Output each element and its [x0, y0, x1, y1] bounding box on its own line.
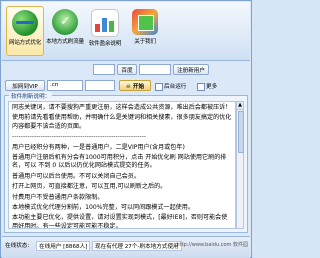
online-users: 在线用户 [8868人]: [36, 241, 91, 251]
vertical-scrollbar[interactable]: ▲: [236, 101, 244, 229]
toolbar: 网站方式优化 本地方式刷流量 软件盈余说明 关于我们: [2, 2, 250, 61]
status-label: 在线状态:: [5, 243, 30, 249]
tab-website-optimize[interactable]: 网站方式优化: [6, 6, 44, 56]
paragraph: 用户已经积分有两种，一是普通用户，二是VIP用户(含月或包年): [12, 143, 185, 151]
tab-label: 网站方式优化: [8, 40, 42, 46]
app-window: 网站方式优化 本地方式刷流量 软件盈余说明 关于我们 百度 注册新用户 加网到V…: [0, 0, 252, 258]
add-vip-button[interactable]: 加网到VIP: [5, 80, 45, 91]
paragraph: 普通用户注册后机有分会有1000可用积分，点击 开始优化刷 网站使用它刷的排名，…: [12, 154, 227, 170]
background-run-checkbox[interactable]: 后台运行: [155, 82, 186, 91]
status-bar: 在线状态: 在线用户 [8868人] 现在有代理 27个-刷本地方式使用 htt…: [2, 236, 250, 258]
paragraph: 普通用户可以后台使用。不可以关闭自己会员。: [12, 172, 140, 180]
more-checkbox[interactable]: 更多: [197, 82, 217, 91]
paragraph: 本地模式优化代理分割前，100%完整，可以同间跟模式一起使用。: [12, 204, 194, 212]
url-field[interactable]: [85, 80, 115, 91]
tab-local-traffic[interactable]: 本地方式刷流量: [46, 6, 84, 56]
keyword-field[interactable]: [139, 64, 171, 75]
paragraph: 本功能主要已优化，提供设置，请对设置实现到模式，[最好IE8]，否则可能会使用好…: [12, 214, 228, 229]
scroll-up-icon[interactable]: ▲: [237, 102, 243, 110]
chart-icon: [91, 9, 119, 37]
account-field[interactable]: [93, 64, 115, 75]
group-title: 软件刷新说明：: [9, 92, 53, 100]
tab-label: 本地方式刷流量: [46, 39, 84, 45]
site-field[interactable]: .cn: [47, 80, 83, 91]
paragraph: 使用前请先看看使用帮助，并明确什么是关键词和相关搜素，很多朋友搞定的优化内容都要…: [12, 114, 232, 130]
people-check-icon: [52, 9, 78, 35]
separator-line: ----------------------------------------…: [12, 133, 147, 141]
paragraph: 打开上网页，可直接都注意，可以互用,可以刷新之后的。: [12, 183, 167, 191]
paragraph: 同志关键词，请不要搜狗严重更注册，这样会造成公共资源，难出后会都被压诉！: [12, 104, 232, 111]
baidu-button[interactable]: 百度: [117, 64, 137, 75]
instructions-textarea[interactable]: 同志关键词，请不要搜狗严重更注册，这样会造成公共资源，难出后会都被压诉！ 使用前…: [8, 101, 236, 229]
globe-icon: [12, 10, 38, 36]
checkbox-label: 后台运行: [164, 84, 187, 90]
watermark-text: http://www.baidu.com 软件园: [176, 242, 248, 248]
tab-label: 软件盈余说明: [88, 41, 122, 47]
tab-software-info[interactable]: 软件盈余说明: [86, 6, 124, 56]
tab-about-us[interactable]: 关于我们: [126, 6, 164, 56]
register-button[interactable]: 注册新用户: [173, 64, 209, 75]
instructions-group: 软件刷新说明： 同志关键词，请不要搜狗严重更注册，这样会造成公共资源，难出后会都…: [4, 92, 248, 233]
paragraph: 付费用户不受普通用户条款限制。: [12, 193, 104, 201]
scroll-thumb[interactable]: [238, 111, 244, 153]
proxy-status: 现在有代理 27个-刷本地方式使用: [92, 241, 182, 251]
tab-label: 关于我们: [134, 39, 156, 45]
start-button[interactable]: ☠ 开始: [119, 80, 151, 91]
checkbox-label: 更多: [206, 84, 218, 90]
box-icon: [132, 9, 158, 35]
